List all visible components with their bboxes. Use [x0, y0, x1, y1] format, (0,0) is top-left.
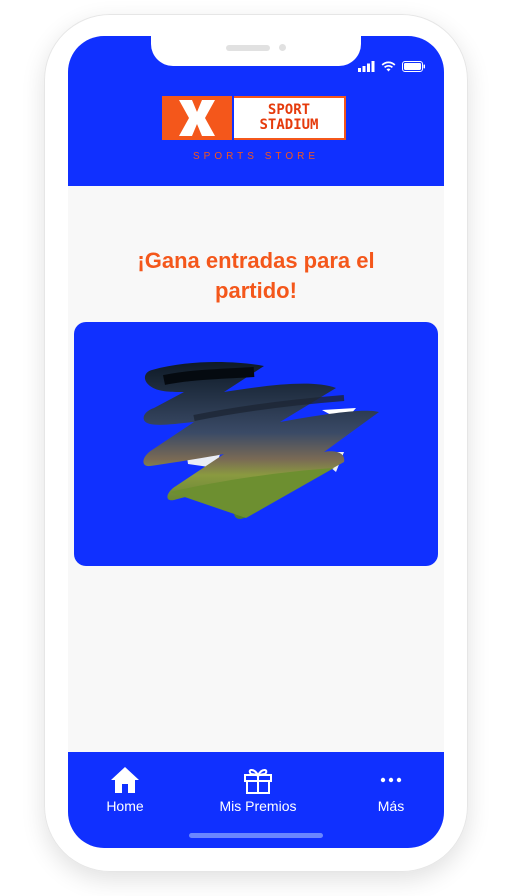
signal-icon [358, 60, 375, 72]
wifi-icon [381, 61, 396, 71]
brand-name: SPORT STADIUM [259, 102, 319, 133]
more-icon [380, 777, 402, 783]
nav-label-mas: Más [377, 798, 405, 814]
app-screen: SPORT STADIUM SPORTS STORE ¡Gana entrada… [68, 36, 444, 848]
battery-icon [402, 60, 425, 72]
promo-card[interactable] [74, 322, 438, 566]
logo-wordmark: SPORT STADIUM [234, 96, 346, 140]
home-indicator[interactable] [189, 833, 323, 838]
logo-mark [162, 96, 232, 140]
home-icon [111, 767, 139, 793]
status-bar [358, 60, 426, 72]
nav-item-mas[interactable]: Más [331, 766, 444, 814]
nav-item-home[interactable]: Home [68, 766, 185, 814]
stadium-brush-image [143, 362, 379, 519]
nav-item-mis-premios[interactable]: Mis Premios [198, 766, 318, 814]
bottom-navigation: Home Mis Premios Más [68, 752, 444, 848]
device-notch [151, 36, 361, 66]
speaker-grille [226, 45, 270, 51]
nav-label-mis-premios: Mis Premios [219, 798, 297, 814]
app-header: SPORT STADIUM SPORTS STORE [68, 36, 444, 186]
brand-tagline: SPORTS STORE [193, 151, 319, 162]
nav-label-home: Home [106, 798, 144, 814]
brand-logo: SPORT STADIUM [162, 96, 348, 140]
page-title: ¡Gana entradas para el partido! [137, 248, 375, 303]
x-logo-icon [179, 100, 215, 136]
gift-icon [244, 769, 272, 794]
front-camera [279, 44, 286, 51]
